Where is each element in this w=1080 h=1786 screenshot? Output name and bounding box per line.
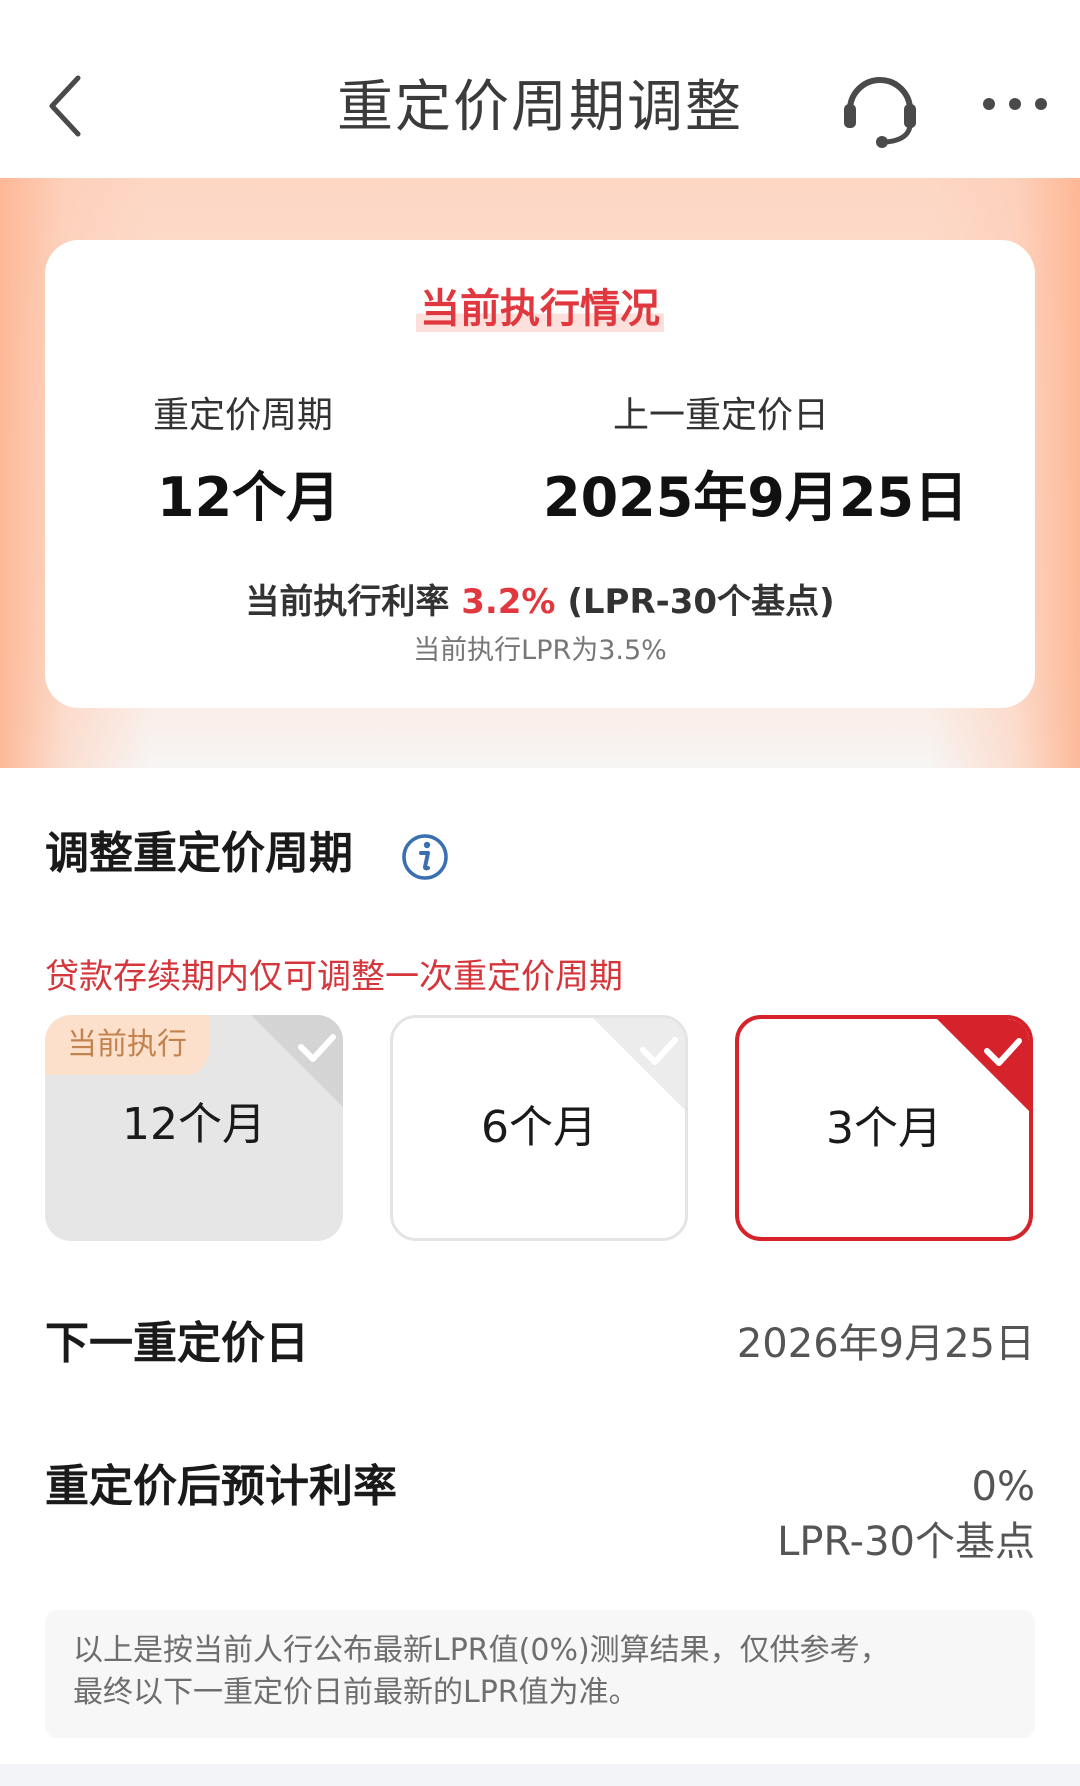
current-lpr-note: 当前执行LPR为3.5% [413,635,667,666]
disclaimer-line-1: 以上是按当前人行公布最新LPR值(0%)测算结果，仅供参考， [73,1633,890,1668]
status-card-title-text: 当前执行情况 [416,286,664,332]
info-icon[interactable] [400,832,450,882]
adjust-section-title: 调整重定价周期 [45,828,353,879]
cycle-option-label: 3个月 [826,1103,942,1154]
expected-rate-spread: LPR-30个基点 [777,1519,1035,1565]
more-dots-icon[interactable] [980,92,1050,116]
cycle-option-3-months[interactable]: 3个月 [735,1015,1033,1241]
next-reprice-date-value: 2026年9月25日 [736,1321,1035,1367]
current-rate-value: 3.2% [461,582,556,622]
next-reprice-date-label: 下一重定价日 [45,1318,309,1369]
headset-icon[interactable] [838,64,922,150]
adjust-limit-warning: 贷款存续期内仅可调整一次重定价周期 [45,957,623,997]
app-header: 重定价周期调整 [0,0,1080,178]
expected-rate-label: 重定价后预计利率 [45,1461,397,1512]
cycle-option-12-months[interactable]: 当前执行 12个月 [45,1015,343,1241]
calculation-disclaimer: 以上是按当前人行公布最新LPR值(0%)测算结果，仅供参考， 最终以下一重定价日… [45,1610,1035,1738]
expected-rate-value: 0% [971,1464,1035,1510]
current-tag: 当前执行 [45,1015,209,1075]
status-card-title: 当前执行情况 [45,280,1035,338]
current-cycle-label: 重定价周期 [153,395,334,436]
current-rate-spread: (LPR-30个基点) [567,582,835,622]
current-rate-label: 当前执行利率 [245,582,450,622]
current-rate-line: 当前执行利率 3.2% (LPR-30个基点) [45,576,1035,628]
bottom-strip [0,1764,1080,1786]
last-reprice-date-label: 上一重定价日 [613,395,830,436]
current-status-card: 当前执行情况 重定价周期 12个月 上一重定价日 2025年9月25日 当前执行… [45,240,1035,708]
cycle-option-6-months[interactable]: 6个月 [390,1015,688,1241]
current-cycle-value: 12个月 [157,466,341,529]
cycle-option-label: 6个月 [481,1102,597,1153]
disclaimer-line-2: 最终以下一重定价日前最新的LPR值为准。 [73,1675,639,1710]
cycle-option-label: 12个月 [122,1099,266,1150]
last-reprice-date-value: 2025年9月25日 [543,466,969,529]
